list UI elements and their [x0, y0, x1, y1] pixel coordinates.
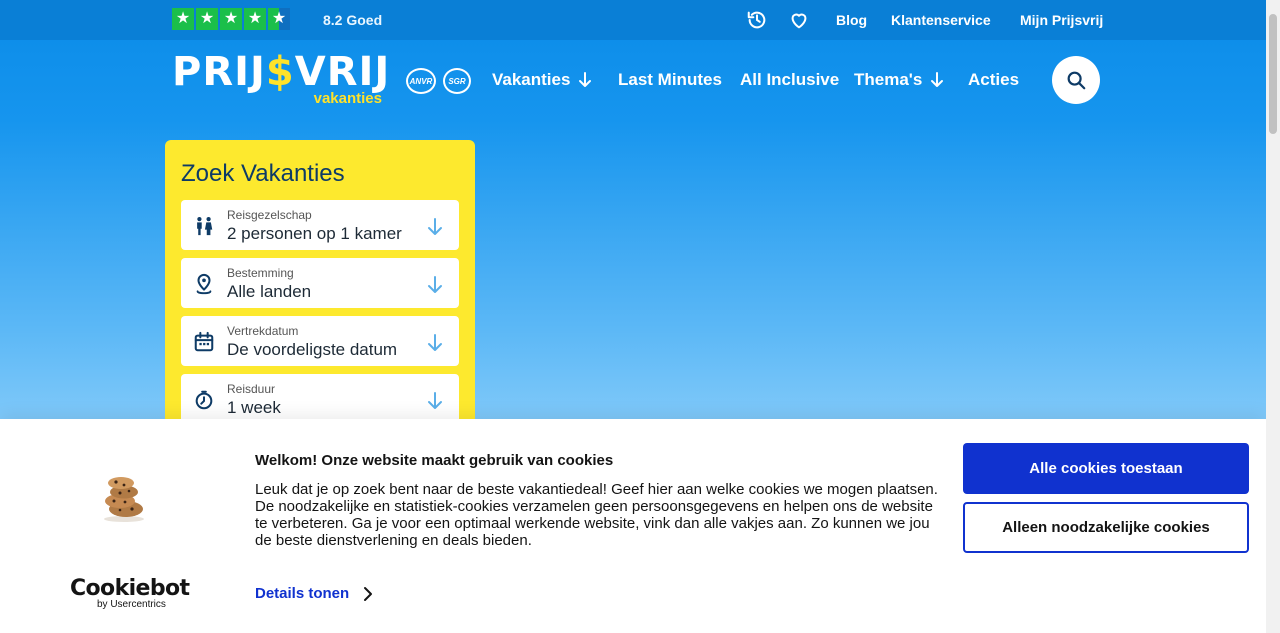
rating-text[interactable]: 8.2 Goed [323, 12, 382, 28]
arrow-down-icon [428, 392, 442, 409]
my-account-link[interactable]: Mijn Prijsvrij [1020, 12, 1103, 28]
nav-label: Vakanties [492, 70, 571, 89]
arrow-down-icon [931, 72, 944, 87]
scrollbar-thumb[interactable] [1269, 14, 1277, 134]
calendar-icon [194, 331, 214, 352]
field-value: De voordeligste datum [227, 340, 398, 359]
cookie-text: Leuk dat je op zoek bent naar de beste v… [255, 481, 938, 549]
star-icon: ★ [196, 8, 218, 30]
cookies-image [104, 477, 144, 522]
heart-icon[interactable] [788, 9, 810, 31]
nav-label: Last Minutes [618, 70, 722, 89]
arrow-down-icon [428, 334, 442, 351]
field-value: Alle landen [227, 282, 312, 301]
sgr-badge: SGR [443, 68, 471, 94]
cookie-title: Welkom! Onze website maakt gebruik van c… [255, 452, 614, 469]
search-title: Zoek Vakanties [181, 160, 345, 187]
people-icon [197, 217, 213, 236]
star-icon: ★ [244, 8, 266, 30]
nav-label: All Inclusive [740, 70, 840, 89]
cookie-banner: Cookiebot by Usercentrics Welkom! Onze w… [0, 419, 1266, 633]
logo-wordmark: PRIJ$VRIJ [172, 49, 391, 95]
cookiebot-logo[interactable]: Cookiebot by Usercentrics [70, 577, 190, 611]
show-details-link[interactable]: Details tonen [255, 585, 373, 602]
star-icon: ★ [172, 8, 194, 30]
star-icon: ★ [220, 8, 242, 30]
field-label: Bestemming [227, 266, 294, 280]
travel-party-field[interactable]: Reisgezelschap 2 personen op 1 kamer [181, 200, 459, 250]
history-icon[interactable] [746, 9, 768, 31]
arrow-down-icon [428, 218, 442, 235]
nav-all-inclusive[interactable]: All Inclusive [740, 70, 839, 90]
arrow-down-icon [428, 276, 442, 293]
star-half-icon: ★ [268, 8, 290, 30]
details-label: Details tonen [255, 585, 350, 602]
logo-subtitle: vakanties [313, 90, 382, 107]
field-label: Vertrekdatum [227, 324, 299, 338]
anvr-badge: ANVR [406, 68, 436, 94]
field-value: 1 week [227, 398, 281, 417]
search-panel: Zoek Vakanties Reisgezelschap 2 personen… [165, 140, 475, 440]
field-label: Reisduur [227, 382, 276, 396]
field-value: 2 personen op 1 kamer [227, 224, 402, 243]
departure-date-field[interactable]: Vertrekdatum De voordeligste datum [181, 316, 459, 366]
duration-icon [195, 390, 213, 410]
trustpilot-stars[interactable]: ★ ★ ★ ★ ★ [172, 8, 290, 30]
arrow-down-icon [579, 72, 592, 87]
location-pin-icon [196, 273, 212, 295]
customer-service-link[interactable]: Klantenservice [891, 12, 991, 28]
prijsvrij-logo[interactable]: PRIJ$VRIJ vakanties [172, 50, 389, 110]
blog-link[interactable]: Blog [836, 12, 867, 28]
duration-field[interactable]: Reisduur 1 week [181, 374, 459, 424]
scrollbar[interactable] [1266, 0, 1280, 633]
allow-all-cookies-button[interactable]: Alle cookies toestaan [963, 443, 1249, 494]
field-label: Reisgezelschap [227, 208, 312, 222]
nav-themas[interactable]: Thema's [854, 70, 944, 90]
chevron-right-icon [364, 586, 373, 601]
top-bar: ★ ★ ★ ★ ★ 8.2 Goed Blog Klantenservice M… [0, 0, 1266, 40]
destination-field[interactable]: Bestemming Alle landen [181, 258, 459, 308]
necessary-cookies-only-button[interactable]: Alleen noodzakelijke cookies [963, 502, 1249, 553]
nav-vakanties[interactable]: Vakanties [492, 70, 592, 90]
nav-label: Thema's [854, 70, 923, 89]
nav-last-minutes[interactable]: Last Minutes [618, 70, 722, 90]
nav-label: Acties [968, 70, 1020, 89]
search-button[interactable] [1052, 56, 1100, 104]
nav-acties[interactable]: Acties [968, 70, 1019, 90]
search-icon [1067, 71, 1086, 90]
